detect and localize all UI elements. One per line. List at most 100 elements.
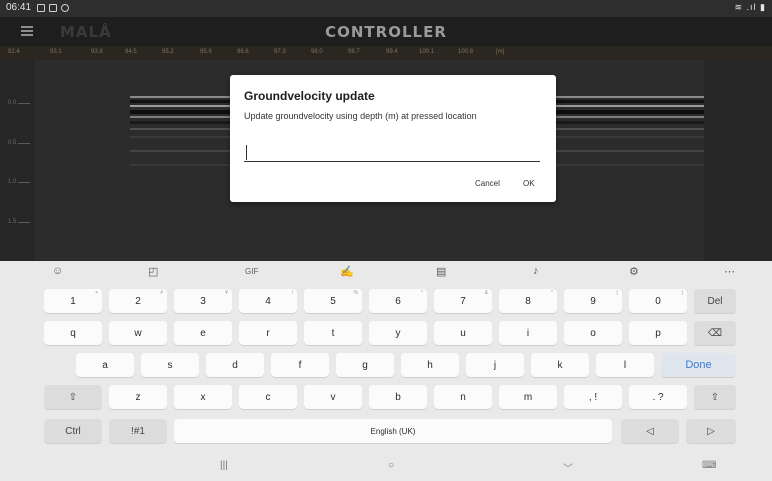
key-x[interactable]: x <box>174 385 232 409</box>
text-cursor <box>246 145 247 160</box>
home-icon[interactable]: ○ <box>388 460 394 471</box>
dialog-message: Update groundvelocity using depth (m) at… <box>244 111 477 121</box>
key-b[interactable]: b <box>369 385 427 409</box>
cancel-button[interactable]: Cancel <box>475 179 500 188</box>
key-1[interactable]: 1 + <box>44 289 102 313</box>
key-2[interactable]: 2 # <box>109 289 167 313</box>
depth-label: 0.0 <box>8 100 17 106</box>
cursor-left-key[interactable]: ◁ <box>621 419 679 443</box>
done-key[interactable]: Done <box>661 353 736 377</box>
key-s[interactable]: s <box>141 353 199 377</box>
screen: 06:41 ≋ .ıl ▮ MALÅ CONTROLLER 92.4 93.1 … <box>0 0 772 481</box>
more-icon[interactable]: ⋯ <box>724 265 735 278</box>
dialog-title: Groundvelocity update <box>244 89 375 103</box>
status-time: 06:41 <box>6 2 32 13</box>
recents-icon[interactable]: ||| <box>220 460 228 471</box>
ruler-label: 100.1 <box>419 49 435 55</box>
key-m[interactable]: m <box>499 385 557 409</box>
ruler-label: 92.4 <box>8 49 20 55</box>
ruler-label: 95.2 <box>162 49 174 55</box>
key-6[interactable]: 6 ^ <box>369 289 427 313</box>
key-y[interactable]: y <box>369 321 427 345</box>
depth-tick <box>18 103 30 104</box>
ruler-label: 99.4 <box>386 49 398 55</box>
settings-icon[interactable]: ⚙ <box>629 265 639 278</box>
ok-button[interactable]: OK <box>523 179 535 188</box>
ruler-label: 96.6 <box>237 49 249 55</box>
navigation-bar: ||| ○ ﹀ ⌨ <box>0 451 772 481</box>
key-period[interactable]: . ? <box>629 385 687 409</box>
depth-label: 1.0 <box>8 179 17 185</box>
depth-label: 0.5 <box>8 140 17 146</box>
ctrl-key[interactable]: Ctrl <box>44 419 102 443</box>
key-e[interactable]: e <box>174 321 232 345</box>
handwriting-icon[interactable]: ✍ <box>340 265 354 278</box>
symbols-key[interactable]: !#1 <box>109 419 167 443</box>
ruler-label: 94.5 <box>125 49 137 55</box>
key-c[interactable]: c <box>239 385 297 409</box>
notification-icon <box>61 4 69 12</box>
depth-tick <box>18 182 30 183</box>
key-j[interactable]: j <box>466 353 524 377</box>
key-a[interactable]: a <box>76 353 134 377</box>
key-0[interactable]: 0) <box>629 289 687 313</box>
depth-tick <box>18 143 30 144</box>
key-t[interactable]: t <box>304 321 362 345</box>
emoji-icon[interactable]: ☺ <box>52 265 63 277</box>
groundvelocity-dialog: Groundvelocity update Update groundveloc… <box>230 75 556 202</box>
key-4[interactable]: 4/ <box>239 289 297 313</box>
ruler-label: 93.1 <box>50 49 62 55</box>
keyboard-toolbar: ☺ ◰ GIF ✍ ▤ ♪ ⚙ ⋯ <box>0 261 772 283</box>
key-i[interactable]: i <box>499 321 557 345</box>
key-h[interactable]: h <box>401 353 459 377</box>
key-k[interactable]: k <box>531 353 589 377</box>
back-icon[interactable]: ﹀ <box>563 460 573 475</box>
key-v[interactable]: v <box>304 385 362 409</box>
ruler-label: 100.8 <box>458 49 474 55</box>
backspace-key[interactable]: ⌫ <box>694 321 736 345</box>
status-bar: 06:41 ≋ .ıl ▮ <box>0 0 772 17</box>
app-title: CONTROLLER <box>325 23 447 41</box>
key-z[interactable]: z <box>109 385 167 409</box>
key-l[interactable]: l <box>596 353 654 377</box>
key-3[interactable]: 3 ¥ <box>174 289 232 313</box>
mic-icon[interactable]: ♪ <box>533 265 539 277</box>
depth-tick <box>18 222 30 223</box>
sticker-icon[interactable]: ◰ <box>148 265 158 278</box>
space-key[interactable]: English (UK) <box>174 419 612 443</box>
keyboard-hide-icon[interactable]: ⌨ <box>702 460 716 471</box>
keyboard: ☺ ◰ GIF ✍ ▤ ♪ ⚙ ⋯ 1 + 2 # 3 ¥ 4/ 5% 6 ^ 7 & 8… <box>0 261 772 481</box>
app-bar: MALÅ CONTROLLER <box>0 17 772 46</box>
key-u[interactable]: u <box>434 321 492 345</box>
distance-ruler: 92.4 93.1 93.8 94.5 95.2 95.9 96.6 97.3 … <box>0 46 772 60</box>
signal-battery-icon: ≋ .ıl ▮ <box>734 2 766 12</box>
key-r[interactable]: r <box>239 321 297 345</box>
key-w[interactable]: w <box>109 321 167 345</box>
depth-label: 1.5 <box>8 219 17 225</box>
key-comma[interactable]: , ! <box>564 385 622 409</box>
key-9[interactable]: 9( <box>564 289 622 313</box>
key-n[interactable]: n <box>434 385 492 409</box>
key-q[interactable]: q <box>44 321 102 345</box>
ruler-label: 98.0 <box>311 49 323 55</box>
ruler-label: 97.3 <box>274 49 286 55</box>
key-7[interactable]: 7 & <box>434 289 492 313</box>
key-d[interactable]: d <box>206 353 264 377</box>
notification-icon <box>49 4 57 12</box>
key-p[interactable]: p <box>629 321 687 345</box>
shift-key-right[interactable]: ⇧ <box>694 385 736 409</box>
key-o[interactable]: o <box>564 321 622 345</box>
key-f[interactable]: f <box>271 353 329 377</box>
key-5[interactable]: 5% <box>304 289 362 313</box>
clipboard-icon[interactable]: ▤ <box>436 265 446 278</box>
cursor-right-key[interactable]: ▷ <box>686 419 736 443</box>
key-8[interactable]: 8 * <box>499 289 557 313</box>
ruler-label: 95.9 <box>200 49 212 55</box>
shift-key-left[interactable]: ⇧ <box>44 385 102 409</box>
depth-input[interactable] <box>244 140 540 162</box>
ruler-label: 98.7 <box>348 49 360 55</box>
key-g[interactable]: g <box>336 353 394 377</box>
delete-key[interactable]: Del <box>694 289 736 313</box>
gif-icon[interactable]: GIF <box>245 267 258 276</box>
ruler-label: 93.8 <box>91 49 103 55</box>
